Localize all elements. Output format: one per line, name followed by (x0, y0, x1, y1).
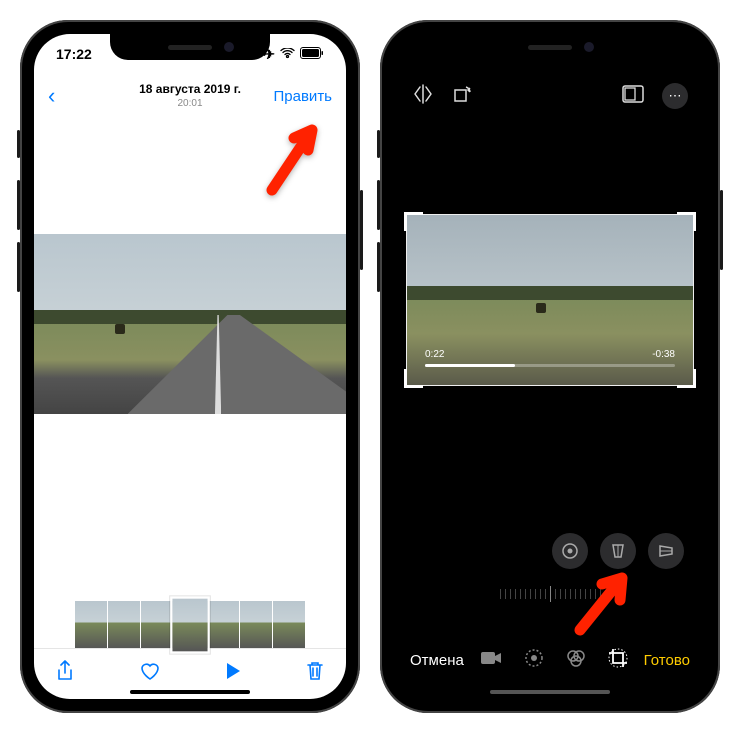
aspect-icon[interactable] (622, 85, 644, 108)
crop-tool-buttons (552, 533, 684, 569)
status-time: 17:22 (56, 46, 92, 62)
battery-icon (300, 46, 324, 62)
video-mode-icon[interactable] (480, 650, 502, 671)
vertical-perspective-button[interactable] (600, 533, 636, 569)
straighten-button[interactable] (552, 533, 588, 569)
status-icons: ✈︎ (263, 46, 324, 63)
crop-frame[interactable]: 0:22 -0:38 (406, 214, 694, 386)
rotate-icon[interactable] (452, 84, 472, 109)
screen-photos-viewer: 17:22 ✈︎ ‹ 18 августа 2019 г. 20:01 Прав… (34, 34, 346, 699)
remaining-time: -0:38 (652, 349, 675, 360)
wifi-icon (280, 46, 295, 62)
horizontal-perspective-button[interactable] (648, 533, 684, 569)
home-indicator[interactable] (490, 690, 610, 694)
annotation-arrow-edit (252, 120, 322, 215)
thumbnail-strip[interactable] (34, 601, 346, 649)
favorite-icon[interactable] (139, 661, 161, 687)
flip-icon[interactable] (412, 84, 434, 109)
phone-left: 17:22 ✈︎ ‹ 18 августа 2019 г. 20:01 Прав… (20, 20, 360, 713)
nav-bar: ‹ 18 августа 2019 г. 20:01 Править (34, 74, 346, 118)
cancel-button[interactable]: Отмена (410, 652, 464, 669)
screen-video-editor: ⋯ 0:22 -0:38 (394, 34, 706, 699)
play-icon[interactable] (225, 662, 241, 686)
video-progress[interactable]: 0:22 -0:38 (425, 349, 675, 367)
editor-top-bar: ⋯ (394, 74, 706, 118)
done-button[interactable]: Готово (644, 652, 690, 669)
edit-button[interactable]: Править (274, 88, 333, 105)
back-button[interactable]: ‹ (48, 83, 55, 109)
more-icon[interactable]: ⋯ (662, 83, 688, 109)
annotation-arrow-crop (562, 568, 642, 653)
trash-icon[interactable] (306, 660, 324, 688)
video-preview[interactable] (34, 234, 346, 414)
home-indicator[interactable] (130, 690, 250, 694)
elapsed-time: 0:22 (425, 349, 444, 360)
nav-title: 18 августа 2019 г. 20:01 (139, 82, 241, 111)
share-icon[interactable] (56, 660, 74, 688)
phone-right: ⋯ 0:22 -0:38 (380, 20, 720, 713)
editor-bottom-bar: Отмена Готово (394, 635, 706, 685)
adjust-mode-icon[interactable] (524, 648, 544, 673)
